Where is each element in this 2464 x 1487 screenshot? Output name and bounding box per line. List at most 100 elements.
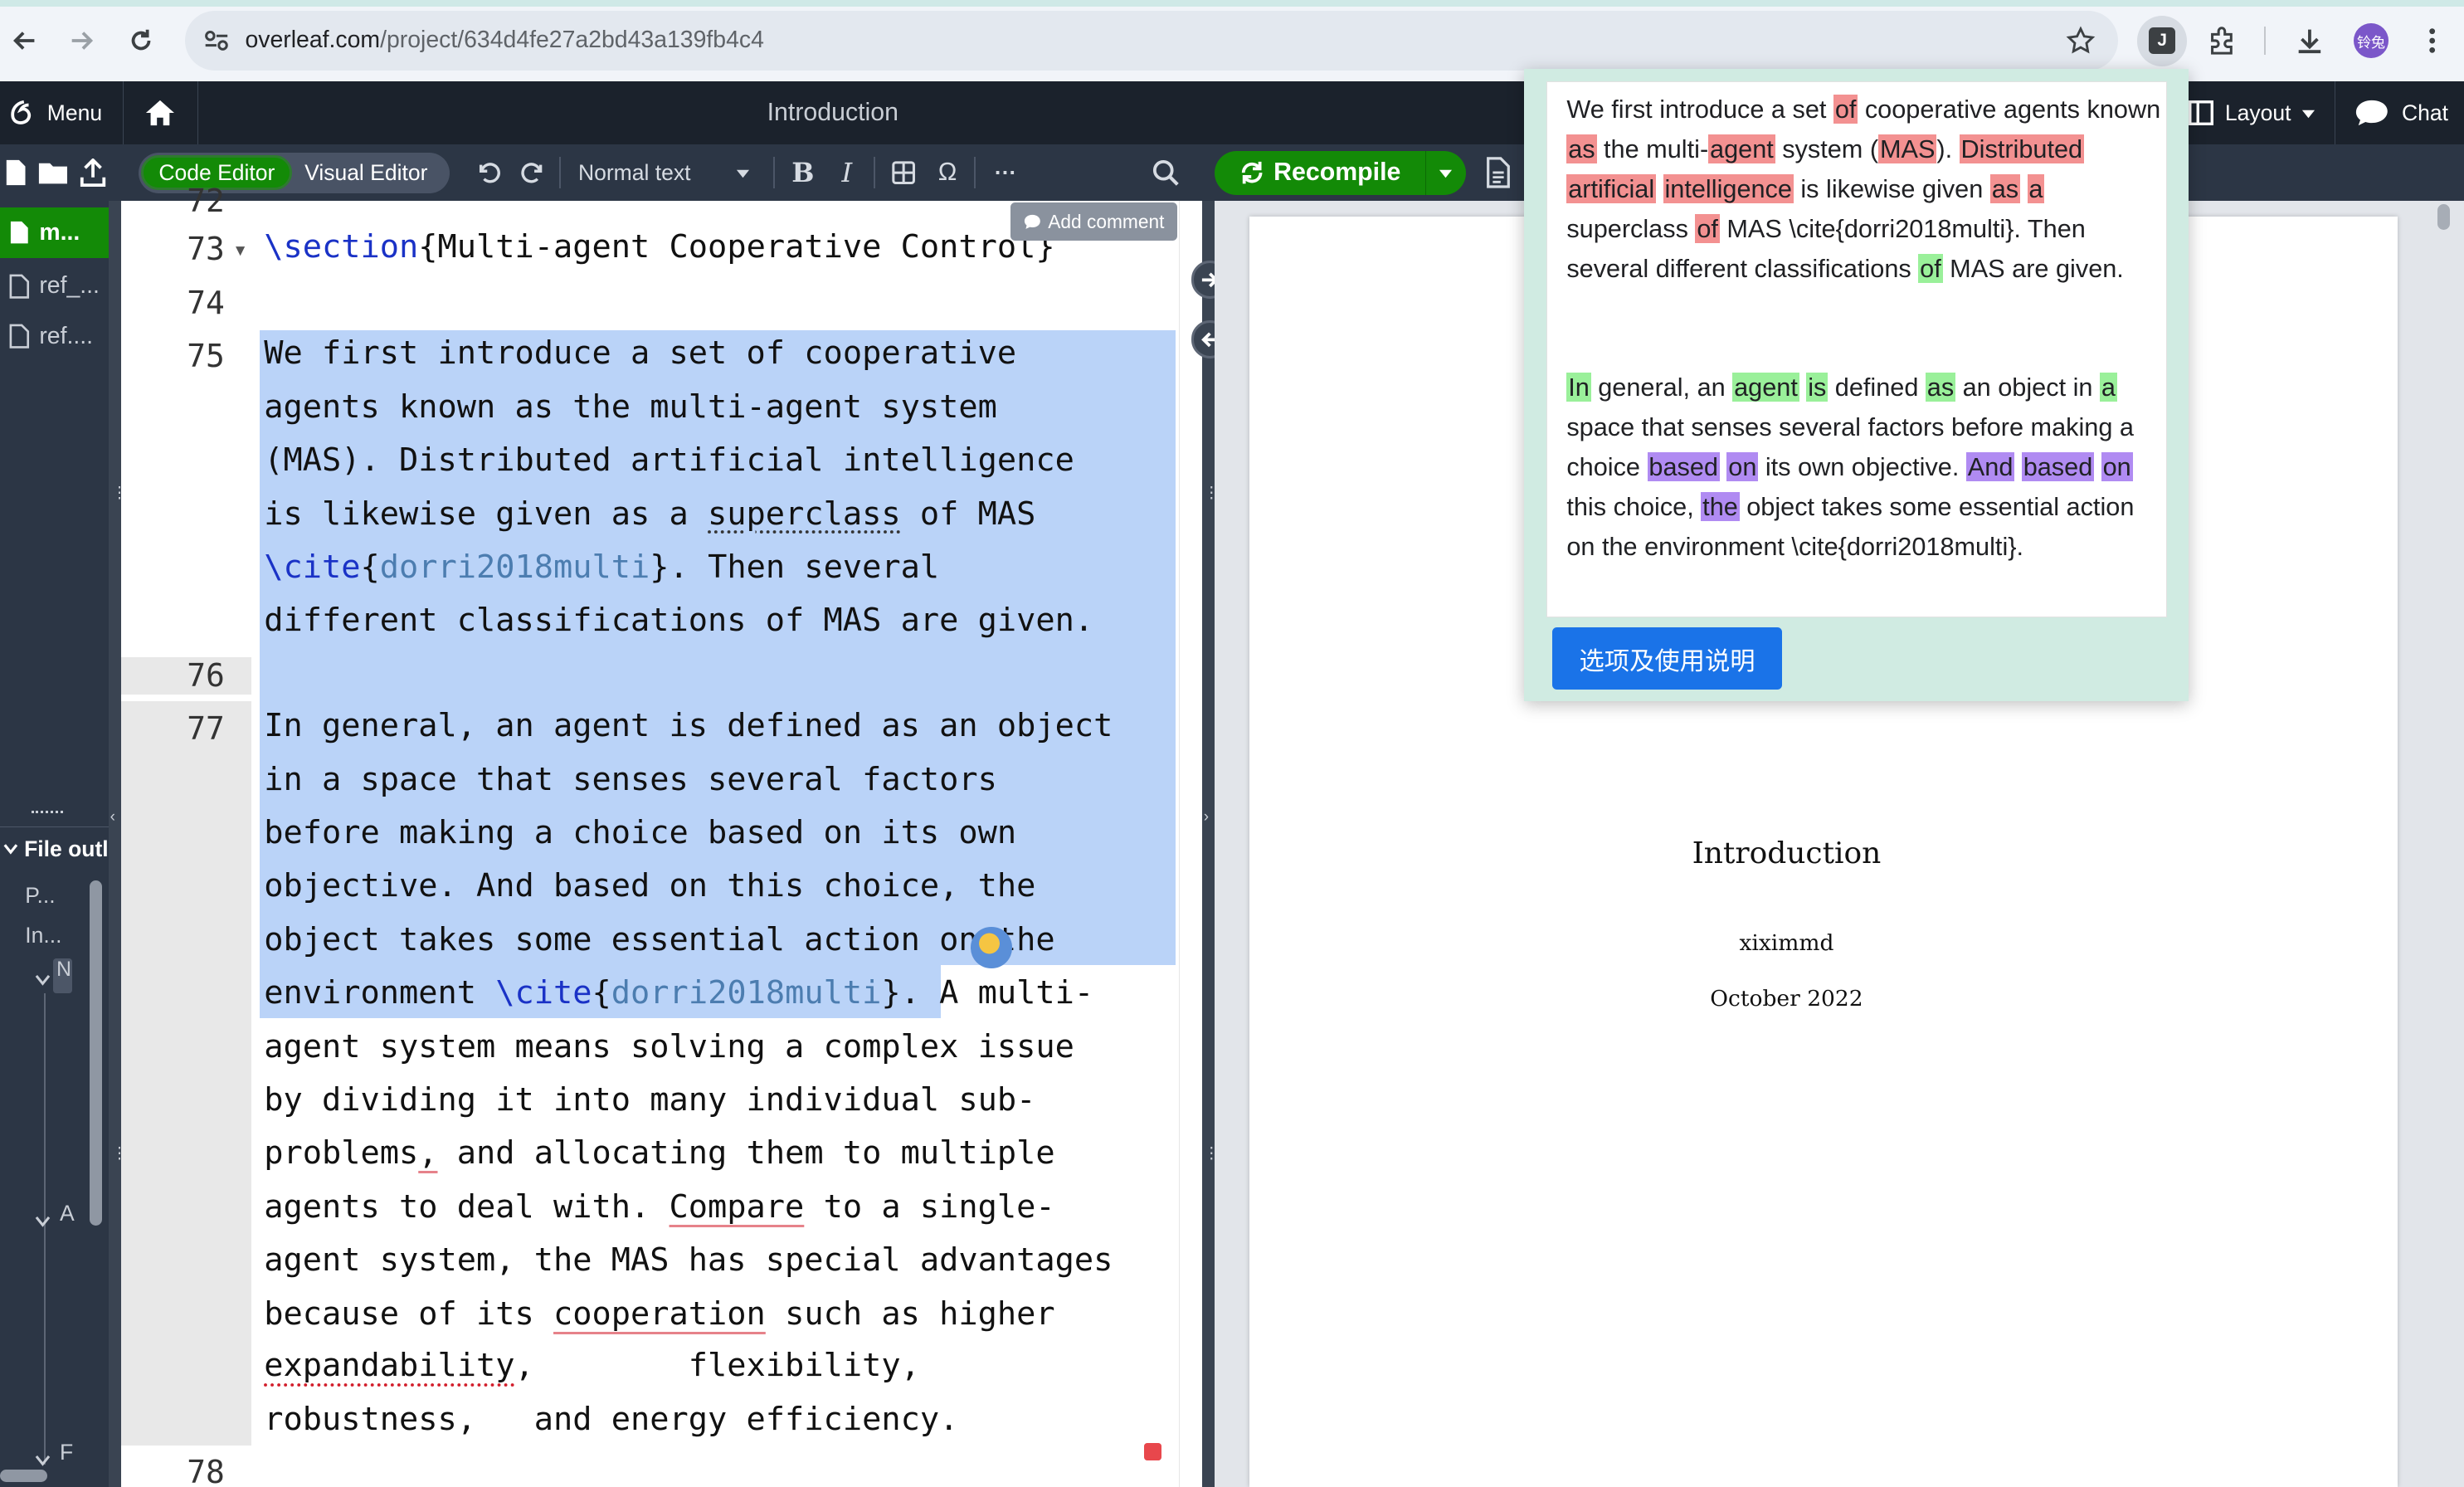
forward-button[interactable] [60, 19, 104, 63]
new-folder-icon[interactable] [37, 160, 69, 185]
visual-editor-tab[interactable]: Visual Editor [292, 155, 440, 190]
pdf-scrollbar[interactable] [2437, 204, 2450, 230]
file-name: ref.... [39, 322, 94, 349]
code-line[interactable]: because of its cooperation such as highe… [264, 1295, 1054, 1333]
project-title[interactable]: Introduction [675, 81, 990, 144]
new-file-icon[interactable] [3, 158, 28, 187]
chevron-down-icon[interactable] [35, 965, 51, 993]
recompile-options-button[interactable] [1424, 150, 1466, 195]
home-icon [146, 100, 175, 126]
outline-item[interactable]: F [60, 1440, 73, 1465]
code-line[interactable]: environment \cite{dorri2018multi}. A mul… [264, 974, 1093, 1012]
more-options-button[interactable]: ··· [986, 154, 1024, 192]
outline-item[interactable]: A [60, 1201, 75, 1226]
back-button[interactable] [3, 19, 47, 63]
editor-pdf-splitter[interactable]: ⋮ › ⋮ [1201, 201, 1220, 1487]
code-text: is likewise given as a [264, 495, 709, 533]
browser-menu-icon[interactable] [2413, 22, 2451, 60]
file-tree-item-ref-2[interactable]: ref.... [0, 311, 109, 362]
grammar-flag[interactable]: , [418, 1134, 437, 1172]
code-text: agents to deal with. [264, 1187, 670, 1226]
editor-scrollbar[interactable] [1178, 201, 1204, 1487]
code-line[interactable]: expandability, flexibility, [264, 1347, 920, 1384]
back-arrow-icon [13, 32, 35, 51]
sidebar-horizontal-scrollbar[interactable] [0, 1469, 47, 1483]
pdf-logs-button[interactable] [1483, 157, 1512, 195]
code-line[interactable]: \section{Multi-agent Cooperative Control… [264, 228, 1054, 266]
code-line[interactable]: agent system means solving a complex iss… [264, 1028, 1074, 1065]
fold-arrow-icon[interactable]: ▼ [232, 242, 248, 261]
file-tree-item-ref-1[interactable]: ref_... [0, 261, 109, 311]
chat-label: Chat [2401, 100, 2448, 125]
code-text: . A multi- [900, 974, 1094, 1012]
chat-bubble-icon [2356, 100, 2388, 126]
popup-text-run: general, an [1590, 373, 1733, 402]
error-marker-icon[interactable] [1143, 1442, 1161, 1460]
code-line[interactable]: objective. And based on this choice, the [264, 867, 1035, 904]
outline-item-selected[interactable]: N [53, 958, 73, 993]
upload-icon[interactable] [79, 158, 107, 188]
sidebar-resize-handle[interactable] [0, 811, 109, 817]
code-text: to a single- [804, 1187, 1055, 1226]
spelling-flag[interactable]: superclass [708, 495, 901, 533]
line-number: 74 [187, 284, 225, 321]
highlight-red: of [1833, 94, 1858, 124]
code-line[interactable]: (MAS). Distributed artificial intelligen… [264, 441, 1074, 479]
collapse-left-icon[interactable]: ‹ [110, 808, 115, 826]
code-line[interactable]: object takes some essential action on th… [264, 921, 1054, 958]
site-settings-icon[interactable] [201, 25, 232, 56]
outline-scrollbar[interactable] [89, 880, 103, 1226]
file-tree-item-main[interactable]: m... [0, 207, 109, 258]
collapse-right-icon[interactable]: › [1204, 808, 1209, 826]
extension-j-button[interactable]: J [2136, 15, 2188, 66]
code-line[interactable]: agents to deal with. Compare to a single… [264, 1188, 1054, 1226]
code-line[interactable]: \cite{dorri2018multi}. Then several [264, 548, 939, 586]
layout-button[interactable]: Layout [2187, 81, 2315, 144]
undo-button[interactable] [471, 154, 506, 192]
sidebar-splitter[interactable]: ⋮ ‹ ⋮ [108, 201, 127, 1487]
code-line[interactable]: before making a choice based on its own [264, 814, 1016, 851]
file-outline-header[interactable]: File outl [0, 826, 109, 870]
code-line[interactable]: different classifications of MAS are giv… [264, 602, 1093, 639]
extensions-puzzle-icon[interactable] [2203, 22, 2240, 60]
text-style-select[interactable]: Normal text [572, 154, 757, 192]
code-line[interactable]: is likewise given as a superclass of MAS [264, 495, 1035, 533]
profile-avatar[interactable]: 铃兔 [2354, 23, 2389, 59]
outline-item[interactable]: P... [25, 883, 55, 909]
insert-symbol-button[interactable]: Ω [930, 154, 965, 192]
highlight-red: a [2027, 173, 2045, 203]
search-button[interactable] [1147, 154, 1185, 192]
code-line[interactable]: In general, an agent is defined as an ob… [264, 707, 1113, 744]
chevron-down-icon[interactable] [35, 1207, 51, 1236]
outline-item[interactable]: In... [25, 923, 61, 948]
code-line[interactable]: We first introduce a set of cooperative [264, 334, 1016, 372]
recompile-button[interactable]: Recompile [1215, 151, 1425, 195]
options-and-instructions-button[interactable]: 选项及使用说明 [1552, 626, 1782, 690]
code-line[interactable]: problems, and allocating them to multipl… [264, 1134, 1054, 1172]
undo-icon [479, 163, 500, 183]
italic-button[interactable]: I [830, 154, 864, 192]
refresh-icon [1241, 162, 1262, 184]
code-line[interactable]: agents known as the multi-agent system [264, 388, 997, 426]
home-button[interactable] [122, 81, 198, 145]
download-icon[interactable] [2291, 22, 2328, 60]
reload-button[interactable] [119, 19, 163, 63]
redo-button[interactable] [515, 154, 550, 192]
address-bar[interactable]: overleaf.com/project/634d4fe27a2bd43a139… [185, 11, 2119, 71]
cite-key: dorri2018multi [611, 974, 882, 1012]
bookmark-star-icon[interactable] [2065, 25, 2096, 63]
code-line[interactable]: in a space that senses several factors [264, 761, 997, 798]
spelling-flag[interactable]: expandability [264, 1347, 514, 1384]
grammar-flag[interactable]: Compare [670, 1188, 805, 1226]
brace: } [650, 548, 670, 586]
chat-button[interactable]: Chat [2335, 81, 2463, 145]
add-comment-button[interactable]: Add comment [1010, 202, 1177, 241]
popup-paragraph-2: In general, an agent is defined as an ob… [1566, 368, 2164, 567]
grammar-flag[interactable]: cooperation [553, 1295, 766, 1333]
code-line[interactable]: by dividing it into many individual sub- [264, 1081, 1035, 1119]
code-line[interactable]: robustness, and energy efficiency. [264, 1401, 958, 1438]
code-line[interactable]: agent system, the MAS has special advant… [264, 1241, 1113, 1279]
menu-button[interactable]: Menu [0, 81, 119, 144]
insert-table-button[interactable] [886, 154, 921, 192]
bold-button[interactable]: B [786, 154, 821, 192]
